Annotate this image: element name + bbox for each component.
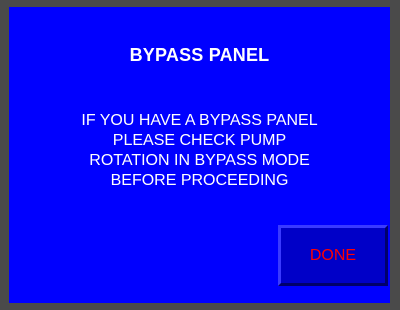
message-line: IF YOU HAVE A BYPASS PANEL [81, 112, 318, 129]
screen-frame: BYPASS PANEL IF YOU HAVE A BYPASS PANEL … [0, 0, 400, 310]
bypass-panel-dialog: BYPASS PANEL IF YOU HAVE A BYPASS PANEL … [9, 7, 390, 303]
done-button[interactable]: DONE [278, 225, 388, 286]
message-line: PLEASE CHECK PUMP [112, 132, 287, 149]
panel-title: BYPASS PANEL [129, 45, 270, 65]
message-line: BEFORE PROCEEDING [110, 172, 289, 189]
message-line: ROTATION IN BYPASS MODE [89, 152, 310, 169]
panel-message: IF YOU HAVE A BYPASS PANEL PLEASE CHECK … [9, 111, 390, 191]
